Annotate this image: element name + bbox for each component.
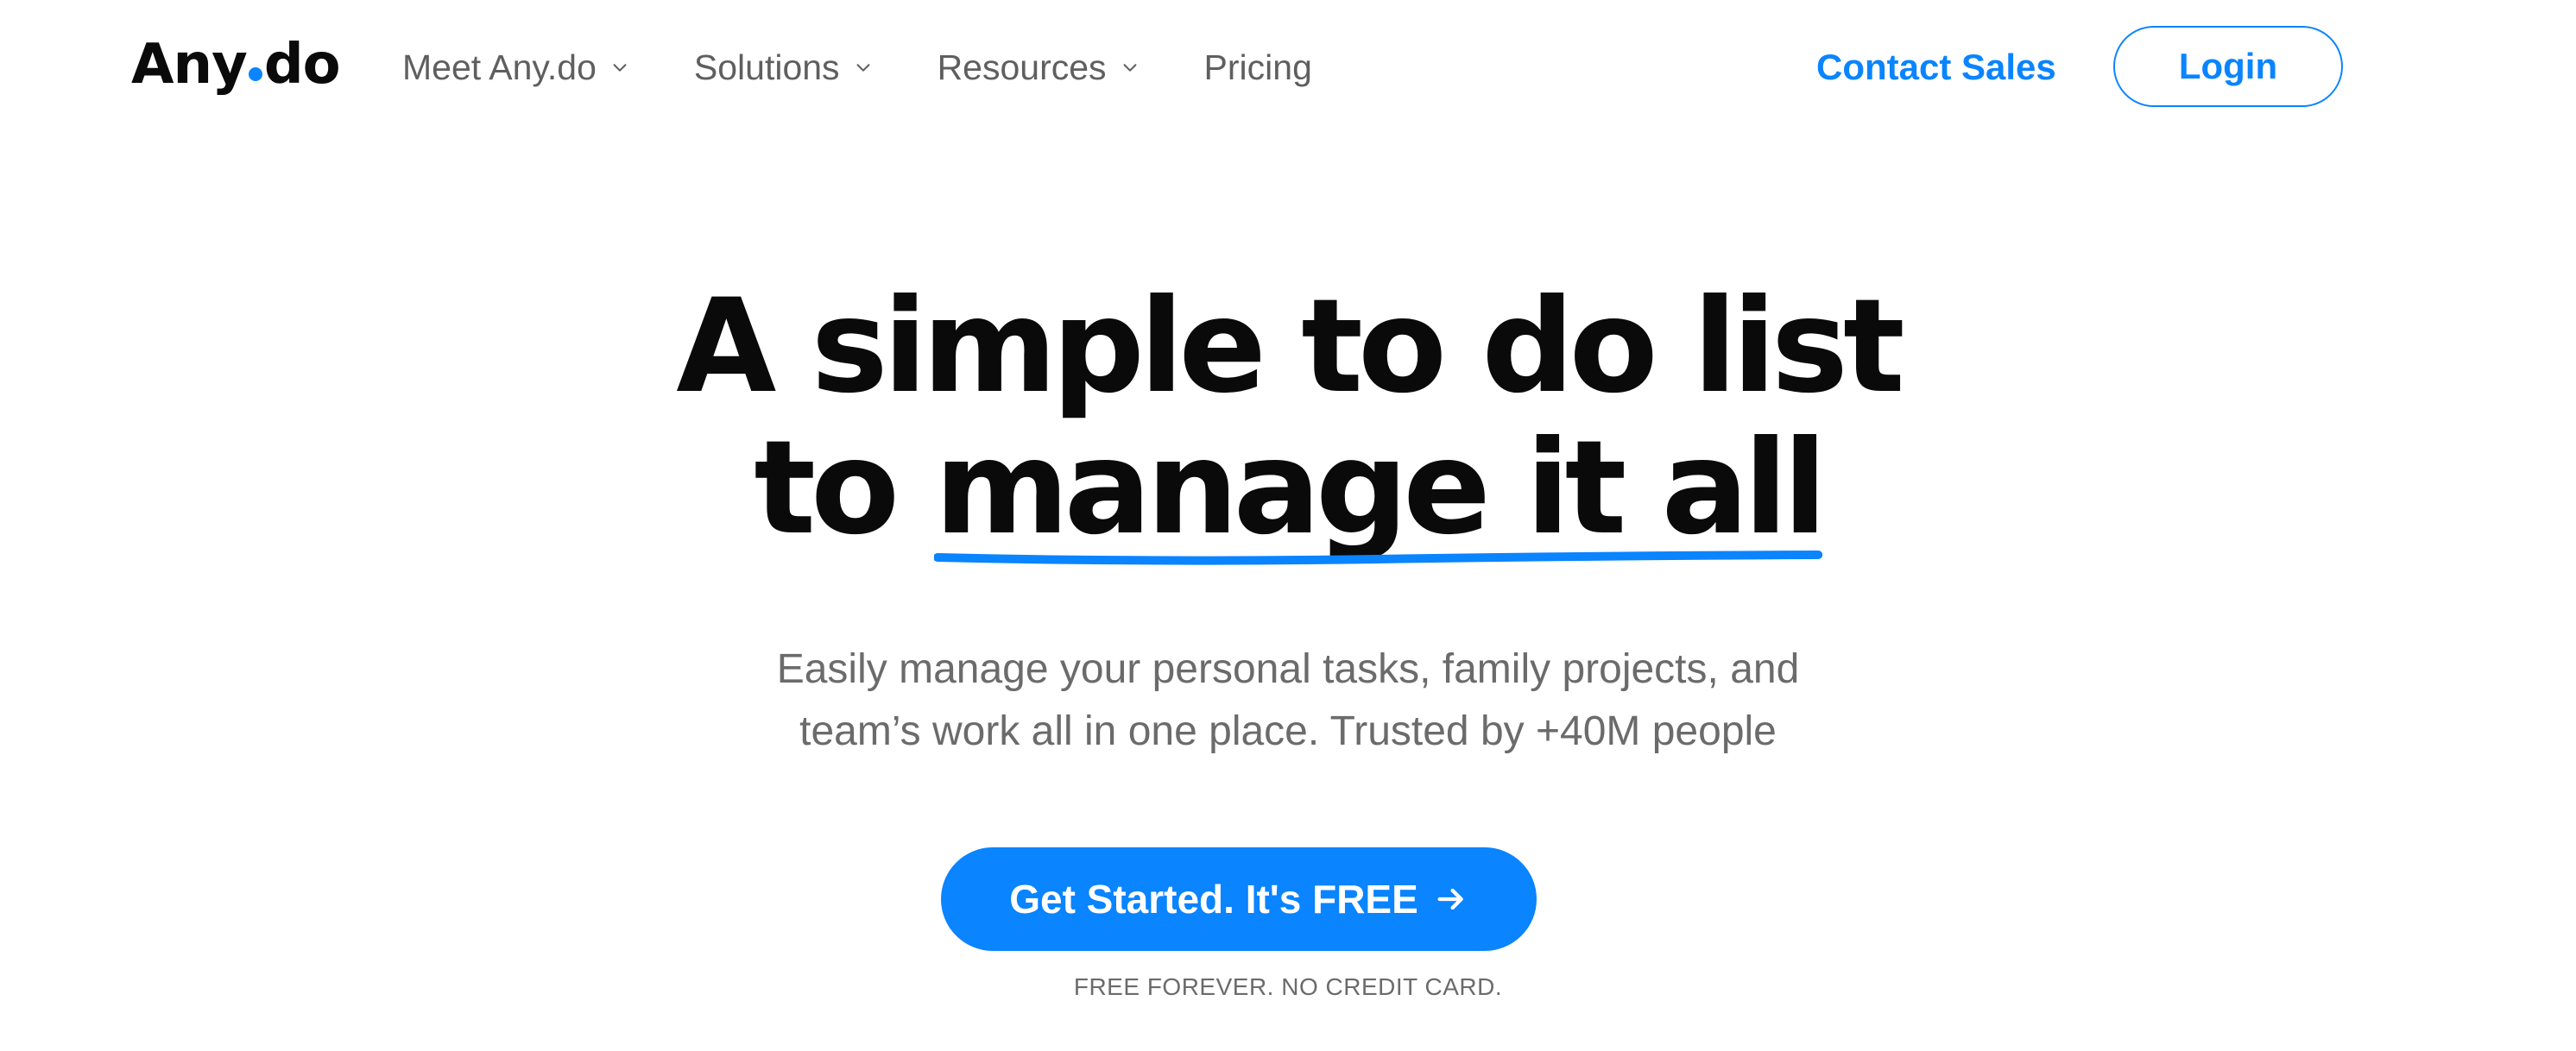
contact-sales-link[interactable]: Contact Sales (1816, 33, 2056, 102)
chevron-down-icon (856, 64, 869, 72)
hero-subtitle: Easily manage your personal tasks, famil… (0, 639, 2576, 763)
nav-item-pricing[interactable]: Pricing (1204, 47, 1312, 88)
nav-item-solutions[interactable]: Solutions (694, 47, 873, 88)
hero-subtitle-line-2: team’s work all in one place. Trusted by… (799, 708, 1777, 754)
logo-text-prefix: Any (131, 33, 248, 97)
nav-item-resources[interactable]: Resources (938, 47, 1140, 88)
anydo-logo[interactable]: Any do (131, 26, 341, 104)
login-button[interactable]: Login (2113, 26, 2343, 107)
arrow-right-icon (1437, 888, 1463, 910)
get-started-label: Get Started. It's FREE (1009, 877, 1418, 922)
chevron-down-icon (1123, 64, 1136, 72)
hero-title-line-1: A simple to do list (676, 272, 1905, 422)
hero-title-highlight: manage it all (934, 418, 1828, 565)
nav-item-label: Solutions (693, 47, 840, 87)
chevron-down-icon (613, 64, 627, 72)
hero-subtitle-line-1: Easily manage your personal tasks, famil… (776, 646, 1800, 692)
site-header: Any do Meet Any.do Solutions Resources Pr… (0, 0, 2576, 138)
get-started-button[interactable]: Get Started. It's FREE (941, 847, 1537, 951)
hero-title-prefix: to (754, 413, 935, 563)
nav-item-label: Meet Any.do (402, 47, 597, 87)
hero-title-highlight-text: manage it all (934, 413, 1827, 563)
hero-title-line-2: to manage it all (0, 418, 2576, 565)
logo-dot (248, 67, 262, 81)
nav-item-label: Resources (937, 47, 1107, 87)
hero-title: A simple to do list to manage it all (0, 272, 2576, 565)
nav-item-meet-anydo[interactable]: Meet Any.do (402, 47, 629, 88)
logo-text-suffix: do (263, 33, 341, 97)
main-nav: Meet Any.do Solutions Resources Pricing (402, 33, 1377, 102)
highlight-underline (934, 551, 1822, 565)
nav-item-label: Pricing (1203, 47, 1312, 87)
free-forever-note: FREE FOREVER. NO CREDIT CARD. (1073, 973, 1503, 1000)
